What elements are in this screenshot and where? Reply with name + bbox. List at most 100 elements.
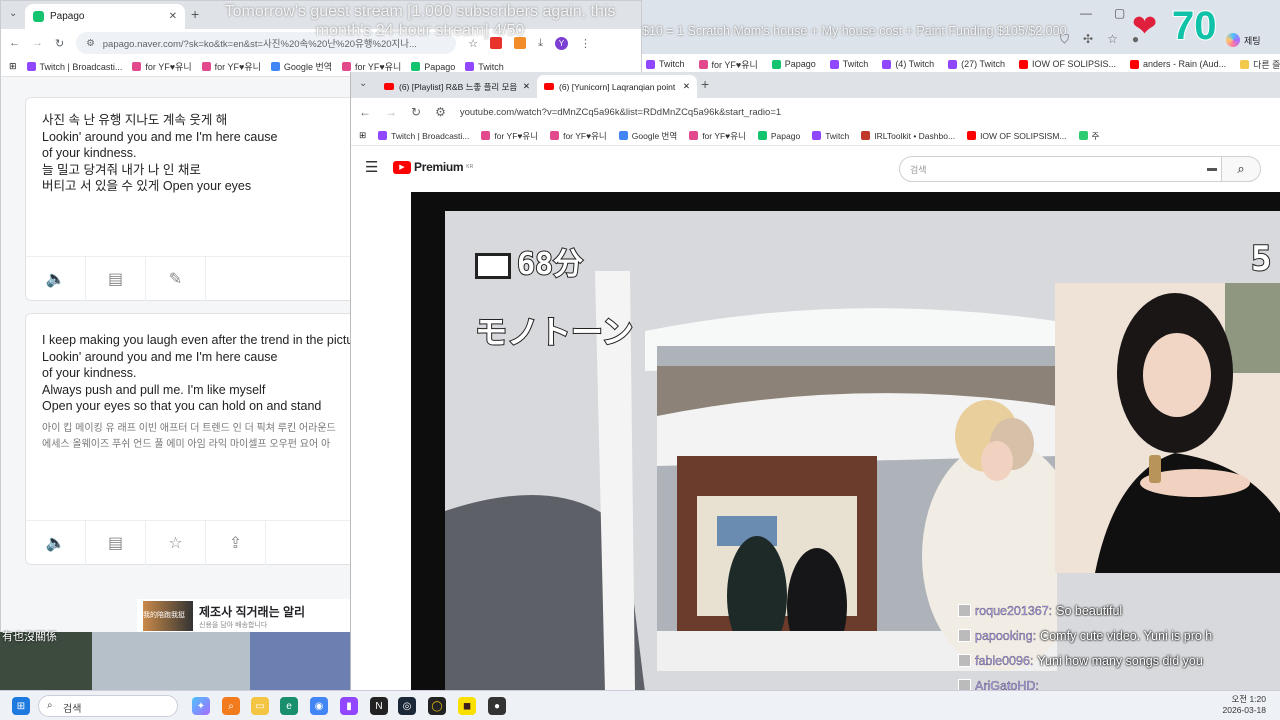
lyric-line: Lookin' around you and me I'm here cause: [42, 129, 278, 144]
tab-title: (6) [Playlist] R&B 느좋 플리 모음: [399, 81, 518, 92]
favorite-icon[interactable]: ☆: [146, 521, 206, 565]
youtube-url[interactable]: youtube.com/watch?v=dMnZCq5a96k&list=RDd…: [460, 107, 781, 118]
bookmark[interactable]: IOW OF SOLIPSIS...: [1019, 59, 1116, 69]
background-thumbnail-strip: 有也沒關係: [0, 631, 350, 690]
back-icon[interactable]: ←: [359, 105, 371, 119]
dictionary-icon[interactable]: ▤: [86, 257, 146, 301]
heart-icon: ❤: [1132, 10, 1158, 43]
steam-icon[interactable]: ◎: [398, 697, 416, 715]
background-window-controls[interactable]: — ▢: [1080, 6, 1125, 20]
bookmark[interactable]: (4) Twitch: [882, 59, 934, 69]
tab-yunicorn[interactable]: (6) [Yunicorn] Laqranqian point ✕: [537, 75, 697, 98]
thumbnail[interactable]: [92, 632, 250, 690]
taskbar-clock[interactable]: 오전 1:20 2026-03-18: [1223, 694, 1266, 716]
follower-count: 70: [1171, 3, 1217, 49]
search-app-icon[interactable]: ⌕: [222, 697, 240, 715]
source-lyrics[interactable]: 사진 속 난 유행 지나도 계속 웃게 해 Lookin' around you…: [26, 98, 404, 209]
twitch-icon[interactable]: ▮: [340, 697, 358, 715]
tab-list-icon[interactable]: ⌄: [359, 78, 367, 89]
kakaotalk-icon[interactable]: ◼: [458, 697, 476, 715]
maximize-icon[interactable]: ▢: [1114, 6, 1125, 20]
keyboard-icon[interactable]: ▬: [1207, 163, 1217, 174]
bookmark[interactable]: Twitch | Broadcasti...: [26, 62, 122, 72]
apps-icon[interactable]: ⊞: [9, 61, 17, 72]
edge-icon[interactable]: e: [280, 697, 298, 715]
ad-banner[interactable]: 我的陪跑我挺 제조사 직거래는 알리 신용을 담아 배송합니다: [137, 599, 351, 633]
reload-icon[interactable]: ↻: [55, 37, 64, 50]
ad-headline: 제조사 직거래는 알리: [199, 604, 306, 619]
bookmark[interactable]: Twitch: [812, 131, 849, 141]
bookmark[interactable]: IOW OF SOLIPSISM...: [967, 131, 1067, 141]
obs-icon[interactable]: ◯: [428, 697, 446, 715]
nzxt-icon[interactable]: N: [370, 697, 388, 715]
bookmark[interactable]: Twitch | Broadcasti...: [378, 131, 469, 141]
bookmark[interactable]: for YF♥유니: [689, 130, 746, 142]
minimize-icon[interactable]: —: [1080, 6, 1092, 20]
bookmark[interactable]: IRLToolkit • Dashbo...: [861, 131, 955, 141]
bookmark[interactable]: Google 번역: [618, 130, 677, 142]
extension-icon[interactable]: ✣: [1083, 32, 1093, 47]
bookmark[interactable]: Google 번역: [270, 60, 332, 73]
tab-list-icon[interactable]: ⌄: [9, 8, 17, 19]
bookmark[interactable]: for YF♥유니: [698, 58, 758, 71]
bookmark[interactable]: Twitch: [465, 62, 504, 72]
taskbar-search-input[interactable]: ⌕ 검색: [38, 695, 178, 717]
reload-icon[interactable]: ↻: [411, 105, 421, 119]
hamburger-menu-icon[interactable]: ☰: [365, 158, 378, 176]
close-tab-icon[interactable]: ✕: [523, 81, 530, 92]
back-icon[interactable]: ←: [9, 37, 20, 49]
file-explorer-icon[interactable]: ▭: [251, 697, 269, 715]
bookmark[interactable]: 주: [1078, 130, 1099, 142]
video-osd-right: 5: [1250, 238, 1273, 280]
bookmark[interactable]: (27) Twitch: [948, 59, 1005, 69]
tab-papago[interactable]: Papago ✕: [25, 4, 185, 29]
webcam-overlay: [1055, 283, 1280, 573]
youtube-premium-logo[interactable]: ▶ Premium KR: [393, 160, 473, 174]
funding-goal-overlay: $10 = 1 Scratch Mom's house + My house c…: [642, 24, 1067, 38]
bookmark[interactable]: Papago: [757, 131, 800, 141]
stream-title-overlay: Tomorrow's guest stream [1,000 subscribe…: [224, 3, 616, 39]
bookmark[interactable]: for YF♥유니: [481, 130, 538, 142]
youtube-search-input[interactable]: 검색: [899, 156, 1229, 182]
search-button[interactable]: ⌕: [1221, 156, 1261, 182]
bookmark[interactable]: for YF♥유니: [132, 60, 192, 73]
new-tab-icon[interactable]: +: [701, 76, 709, 92]
copilot-icon[interactable]: ✦: [192, 697, 210, 715]
bookmark[interactable]: Twitch: [829, 59, 868, 69]
star-icon[interactable]: ☆: [1107, 32, 1118, 47]
obs-studio-icon[interactable]: ●: [488, 697, 506, 715]
video-osd-time: 68分: [475, 239, 584, 283]
speaker-icon[interactable]: 🔈: [26, 521, 86, 565]
site-info-icon[interactable]: ⚙: [86, 38, 95, 49]
bookmark[interactable]: for YF♥유니: [201, 60, 261, 73]
handwriting-icon[interactable]: ✎: [146, 257, 206, 301]
bookmark[interactable]: anders - Rain (Aud...: [1130, 59, 1226, 69]
tab-playlist[interactable]: (6) [Playlist] R&B 느좋 플리 모음 ✕: [377, 75, 537, 98]
windows-start-icon[interactable]: ⊞: [12, 697, 30, 715]
close-tab-icon[interactable]: ✕: [169, 11, 177, 22]
ad-image: 我的陪跑我挺: [143, 601, 193, 631]
copy-icon[interactable]: ▤: [86, 521, 146, 565]
bookmark[interactable]: Twitch: [646, 59, 685, 69]
close-tab-icon[interactable]: ✕: [683, 81, 690, 92]
profile-chip[interactable]: 제팅: [1226, 33, 1261, 47]
apps-icon[interactable]: ⊞: [359, 130, 366, 141]
thumbnail[interactable]: [250, 632, 350, 690]
forward-icon[interactable]: →: [32, 37, 43, 49]
site-info-icon[interactable]: ⚙: [435, 105, 446, 119]
chat-avatar: [958, 604, 971, 617]
bookmark-folder[interactable]: 다른 즐겨찾기: [1240, 58, 1280, 71]
tab-title: (6) [Yunicorn] Laqranqian point: [559, 81, 676, 92]
chat-text: Comfy cute video. Yuni is pro h: [1040, 628, 1213, 643]
chrome-icon[interactable]: ◉: [310, 697, 328, 715]
forward-icon[interactable]: →: [385, 105, 397, 119]
new-tab-icon[interactable]: +: [191, 6, 199, 22]
chat-username: roque201367:: [975, 603, 1053, 618]
bookmark[interactable]: for YF♥유니: [550, 130, 607, 142]
speaker-icon[interactable]: 🔈: [26, 257, 86, 301]
bookmark[interactable]: Papago: [411, 62, 455, 72]
share-icon[interactable]: ⇪: [206, 521, 266, 565]
bookmark[interactable]: Papago: [771, 59, 816, 69]
translation-output: I keep making you laugh even after the t…: [26, 314, 404, 471]
youtube-favicon: [384, 83, 394, 90]
